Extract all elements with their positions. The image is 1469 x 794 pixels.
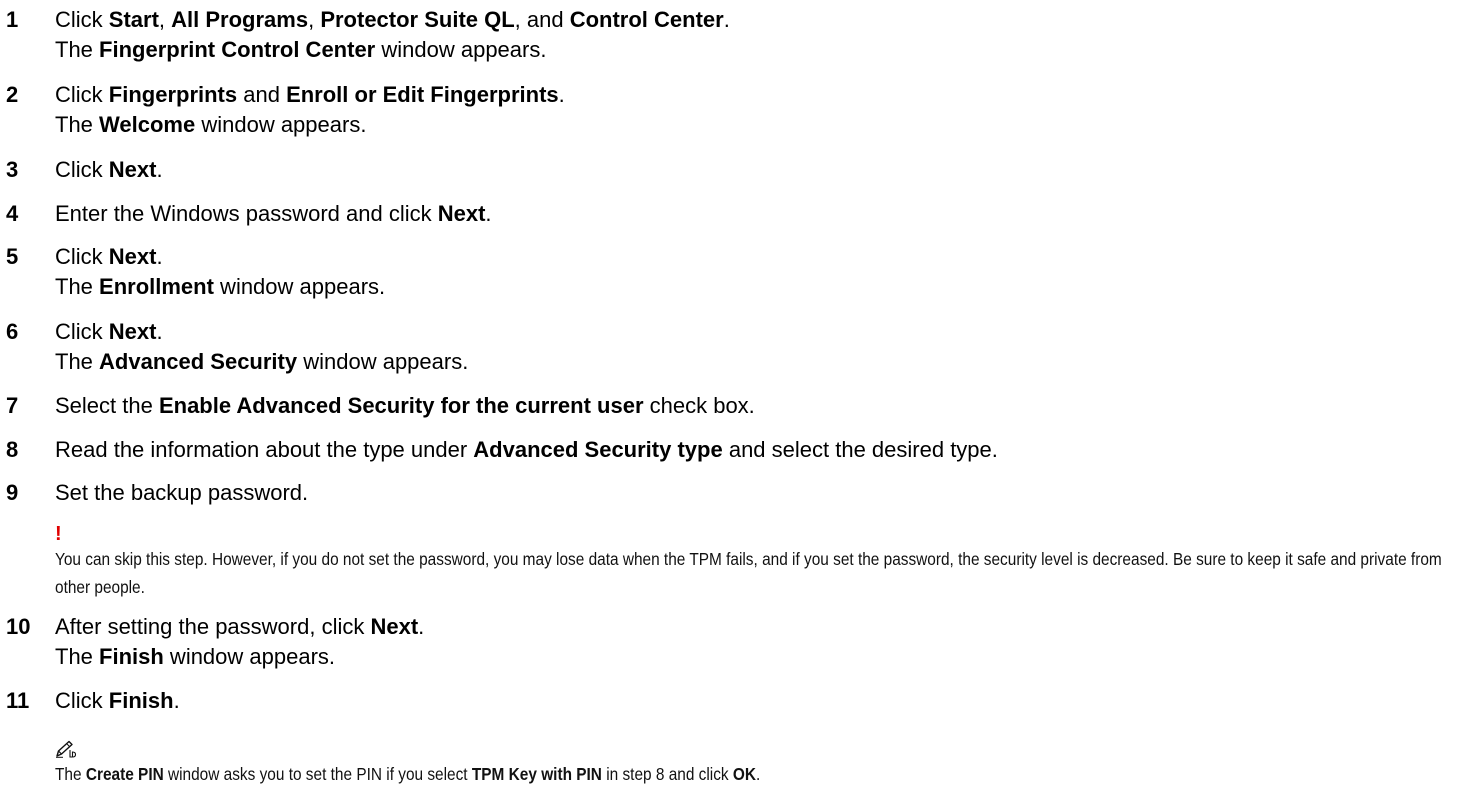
text-segment: The xyxy=(55,274,100,299)
note-pen-icon xyxy=(56,740,77,758)
step-body: Click Next. xyxy=(55,155,163,185)
note-text: The Create PIN window asks you to set th… xyxy=(55,760,1454,788)
step-body: Click Next. The Advanced Security window … xyxy=(55,317,468,377)
text-segment: window appears. xyxy=(213,274,386,299)
text-segment: . xyxy=(156,157,163,182)
emphasis-text: Advanced Security xyxy=(99,349,298,374)
text-segment: Read the information about the type unde… xyxy=(55,437,474,462)
step-body: Click Fingerprints and Enroll or Edit Fi… xyxy=(55,80,565,140)
step-body: Click Start, All Programs, Protector Sui… xyxy=(55,5,730,65)
text-segment: check box. xyxy=(643,393,755,418)
text-segment: . xyxy=(156,244,163,269)
text-segment: Enter the Windows password and click xyxy=(55,201,438,226)
emphasis-text: Start xyxy=(108,7,159,32)
emphasis-text: Enroll or Edit Fingerprints xyxy=(286,82,559,107)
emphasis-text: Control Center xyxy=(569,7,724,32)
text-segment: The xyxy=(55,112,100,137)
step-number: 3 xyxy=(6,157,19,182)
text-segment: window asks you to set the PIN if you se… xyxy=(163,764,472,784)
text-segment: , and xyxy=(514,7,570,32)
caution-note: ! You can skip this step. However, if yo… xyxy=(55,523,1455,601)
text-segment: and xyxy=(237,82,287,107)
emphasis-text: Enable Advanced Security for the current… xyxy=(158,393,644,418)
emphasis-text: Finish xyxy=(108,688,174,713)
text-segment: . xyxy=(156,319,163,344)
caution-text: You can skip this step. However, if you … xyxy=(55,549,1442,597)
step-body: Enter the Windows password and click Nex… xyxy=(55,199,492,229)
emphasis-text: Fingerprint Control Center xyxy=(99,37,376,62)
emphasis-text: Advanced Security type xyxy=(473,437,723,462)
step-number: 8 xyxy=(6,437,19,462)
emphasis-text: Create PIN xyxy=(85,764,164,784)
text-segment: Click xyxy=(55,157,109,182)
step-body: Click Finish. xyxy=(55,686,180,716)
emphasis-text: OK xyxy=(732,764,757,784)
text-segment: Click xyxy=(55,688,109,713)
step-number: 9 xyxy=(6,480,19,505)
emphasis-text: All Programs xyxy=(171,7,309,32)
instruction-document: 1 Click Start, All Programs, Protector S… xyxy=(0,0,1469,794)
step-body: Click Next. The Enrollment window appears… xyxy=(55,242,385,302)
emphasis-text: Next xyxy=(108,244,157,269)
text-segment: Click xyxy=(55,82,109,107)
text-segment: Select the xyxy=(55,393,159,418)
step-number: 2 xyxy=(6,82,19,107)
text-segment: and select the desired type. xyxy=(722,437,998,462)
info-note: The Create PIN window asks you to set th… xyxy=(55,740,1455,788)
step-number: 7 xyxy=(6,393,19,418)
step-body: Set the backup password. xyxy=(55,478,308,508)
step-body: After setting the password, click Next. T… xyxy=(55,612,424,672)
caution-exclamation-icon: ! xyxy=(55,523,62,545)
text-segment: . xyxy=(485,201,492,226)
step-number: 10 xyxy=(6,614,31,639)
text-segment: window appears. xyxy=(297,349,469,374)
step-number: 4 xyxy=(6,201,19,226)
emphasis-text: Next xyxy=(370,614,419,639)
emphasis-text: TPM Key with PIN xyxy=(471,764,602,784)
text-segment: The xyxy=(55,349,100,374)
emphasis-text: Next xyxy=(437,201,486,226)
text-segment: The xyxy=(55,764,86,784)
emphasis-text: Enrollment xyxy=(99,274,214,299)
step-number: 5 xyxy=(6,244,19,269)
text-segment: The xyxy=(55,644,100,669)
step-body: Read the information about the type unde… xyxy=(55,435,998,465)
text-segment: The xyxy=(55,37,100,62)
emphasis-text: Welcome xyxy=(99,112,196,137)
text-segment: in step 8 and click xyxy=(601,764,733,784)
text-segment: . xyxy=(756,764,761,784)
text-segment: Click xyxy=(55,7,109,32)
text-segment: . xyxy=(418,614,425,639)
text-segment: window appears. xyxy=(195,112,367,137)
text-segment: After setting the password, click xyxy=(55,614,371,639)
text-segment: , xyxy=(308,7,321,32)
text-segment: . xyxy=(723,7,730,32)
text-segment: Click xyxy=(55,319,109,344)
text-segment: Set the backup password. xyxy=(55,480,309,505)
text-segment: , xyxy=(158,7,172,32)
emphasis-text: Fingerprints xyxy=(108,82,238,107)
emphasis-text: Next xyxy=(108,319,157,344)
text-segment: window appears. xyxy=(375,37,547,62)
emphasis-text: Next xyxy=(108,157,157,182)
step-number: 11 xyxy=(6,688,30,713)
text-segment: . xyxy=(558,82,565,107)
text-segment: window appears. xyxy=(163,644,336,669)
step-body: Select the Enable Advanced Security for … xyxy=(55,391,755,421)
step-number: 6 xyxy=(6,319,19,344)
emphasis-text: Finish xyxy=(99,644,164,669)
emphasis-text: Protector Suite QL xyxy=(320,7,515,32)
text-segment: . xyxy=(173,688,180,713)
text-segment: Click xyxy=(55,244,109,269)
step-number: 1 xyxy=(6,7,19,32)
